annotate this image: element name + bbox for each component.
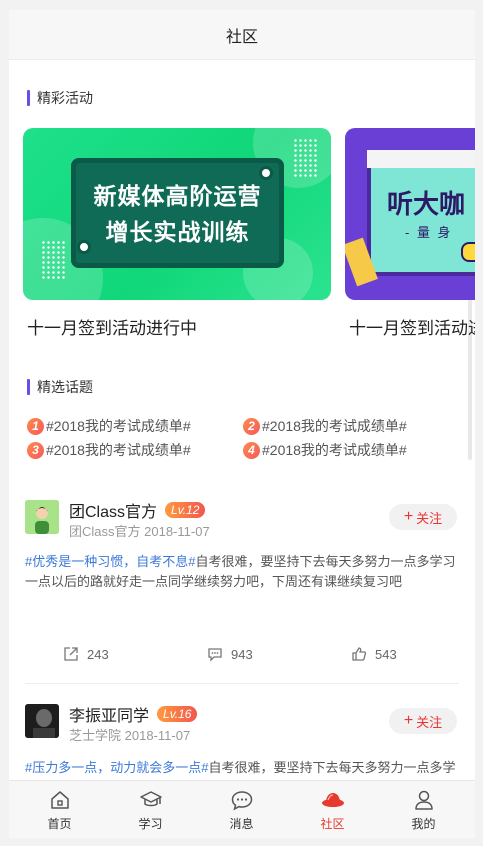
activities-section-title: 精彩活动 xyxy=(27,88,93,108)
topic-item[interactable]: 2 #2018我的考试成绩单# xyxy=(243,416,407,436)
topic-item[interactable]: 4 #2018我的考试成绩单# xyxy=(243,440,407,460)
post-card[interactable]: 团Class官方 Lv.12 团Class官方 2018-11-07 + 关注 … xyxy=(9,490,475,690)
like-button[interactable]: 543 xyxy=(351,646,397,662)
avatar[interactable] xyxy=(25,500,59,534)
post-username[interactable]: 李振亚同学 xyxy=(69,702,149,726)
topic-rank-badge: 1 xyxy=(27,417,44,435)
topic-rank-badge: 3 xyxy=(27,441,44,459)
share-count: 243 xyxy=(87,646,109,662)
tab-label: 社区 xyxy=(320,817,345,831)
follow-button[interactable]: + 关注 xyxy=(389,504,457,530)
share-button[interactable]: 243 xyxy=(63,646,109,662)
screen-header-graphic xyxy=(367,150,475,168)
post-body[interactable]: #压力多一点，动力就会多一点#自考很难，要坚持下去每天多努力一点多学习一点以后的… xyxy=(25,758,461,780)
post-divider xyxy=(25,683,459,684)
section-marker xyxy=(27,90,30,106)
chat-bubble-icon xyxy=(231,791,252,811)
banner-line-2: 增长实战训练 xyxy=(105,219,250,245)
level-badge: Lv.12 xyxy=(165,502,206,518)
tab-label: 消息 xyxy=(229,817,254,831)
tab-study[interactable]: 学习 xyxy=(104,781,197,838)
topic-rank-badge: 4 xyxy=(243,441,260,459)
chalkboard-graphic: 新媒体高阶运营 增长实战训练 xyxy=(71,158,284,268)
post-source: 芝士学院 xyxy=(69,728,122,743)
avatar-image xyxy=(25,500,59,534)
activity-banner-1[interactable]: 新媒体高阶运营 增长实战训练 xyxy=(23,128,331,300)
avatar-image xyxy=(25,704,59,738)
post-meta: 芝士学院 2018-11-07 xyxy=(69,725,190,744)
comment-count: 943 xyxy=(231,646,253,662)
topic-rank-badge: 2 xyxy=(243,417,260,435)
post-meta: 团Class官方 2018-11-07 xyxy=(69,521,210,540)
topic-item[interactable]: 3 #2018我的考试成绩单# xyxy=(27,440,191,460)
community-icon xyxy=(321,793,344,807)
share-icon xyxy=(64,647,78,661)
post-username[interactable]: 团Class官方 xyxy=(69,498,157,522)
level-badge: Lv.16 xyxy=(157,706,198,722)
plus-icon: + xyxy=(403,712,414,729)
banner-line-2: - 量 身 xyxy=(405,225,453,240)
tab-messages[interactable]: 消息 xyxy=(195,781,288,838)
phone-screen: 社区 精彩活动 新媒体高阶运营 增长实战训练 十一月签到活动进行中 听大咖 - … xyxy=(9,10,475,838)
plus-icon: + xyxy=(403,508,414,525)
post-body[interactable]: #优秀是一种习惯，自考不息#自考很难，要坚持下去每天多努力一点多学习一点以后的路… xyxy=(25,552,461,592)
content-scroll-area[interactable]: 精彩活动 新媒体高阶运营 增长实战训练 十一月签到活动进行中 听大咖 - 量 身… xyxy=(9,60,475,780)
graduation-cap-icon xyxy=(139,791,162,807)
post-hashtag[interactable]: #压力多一点，动力就会多一点# xyxy=(25,760,208,775)
banner-caption-2[interactable]: 十一月签到活动进行中 xyxy=(349,314,475,339)
post-date: 2018-11-07 xyxy=(144,524,210,539)
post-card[interactable]: 李振亚同学 Lv.16 芝士学院 2018-11-07 + 关注 #压力多一点，… xyxy=(9,692,475,780)
section-marker xyxy=(27,379,30,395)
avatar[interactable] xyxy=(25,704,59,738)
topic-item[interactable]: 1 #2018我的考试成绩单# xyxy=(27,416,191,436)
banner-caption-1[interactable]: 十一月签到活动进行中 xyxy=(27,314,197,339)
post-hashtag[interactable]: #优秀是一种习惯，自考不息# xyxy=(25,554,195,569)
activity-banner-2[interactable]: 听大咖 - 量 身 xyxy=(345,128,475,300)
tab-label: 首页 xyxy=(47,817,72,831)
tab-mine[interactable]: 我的 xyxy=(377,781,470,838)
decor-pill xyxy=(461,242,475,262)
topic-text: #2018我的考试成绩单# xyxy=(46,442,191,458)
top-bar: 社区 xyxy=(9,10,475,60)
banner-line-1: 新媒体高阶运营 xyxy=(93,183,262,209)
bottom-tab-bar: 首页 学习 消息 社区 我的 xyxy=(9,780,475,838)
decor-pin xyxy=(77,240,91,254)
like-count: 543 xyxy=(375,646,397,662)
follow-button[interactable]: + 关注 xyxy=(389,708,457,734)
topics-section-title: 精选话题 xyxy=(27,377,93,397)
topic-text: #2018我的考试成绩单# xyxy=(262,418,407,434)
thumbs-up-icon xyxy=(352,647,367,661)
topic-text: #2018我的考试成绩单# xyxy=(46,418,191,434)
comment-button[interactable]: 943 xyxy=(207,646,253,662)
tab-label: 我的 xyxy=(411,817,436,831)
decor-dots xyxy=(41,240,65,280)
tab-label: 学习 xyxy=(138,817,163,831)
decor-pin xyxy=(259,166,273,180)
decor-dots xyxy=(293,138,317,178)
post-date: 2018-11-07 xyxy=(124,728,191,743)
tab-home[interactable]: 首页 xyxy=(13,781,106,838)
post-source: 团Class官方 xyxy=(69,524,141,539)
post-actions: 243 943 543 xyxy=(9,646,475,670)
user-icon xyxy=(414,790,433,810)
comment-icon xyxy=(208,648,222,662)
tab-community[interactable]: 社区 xyxy=(286,781,379,838)
page-title: 社区 xyxy=(225,28,258,46)
home-icon xyxy=(50,791,69,809)
topic-text: #2018我的考试成绩单# xyxy=(262,442,407,458)
banner-line-1: 听大咖 xyxy=(387,189,466,219)
